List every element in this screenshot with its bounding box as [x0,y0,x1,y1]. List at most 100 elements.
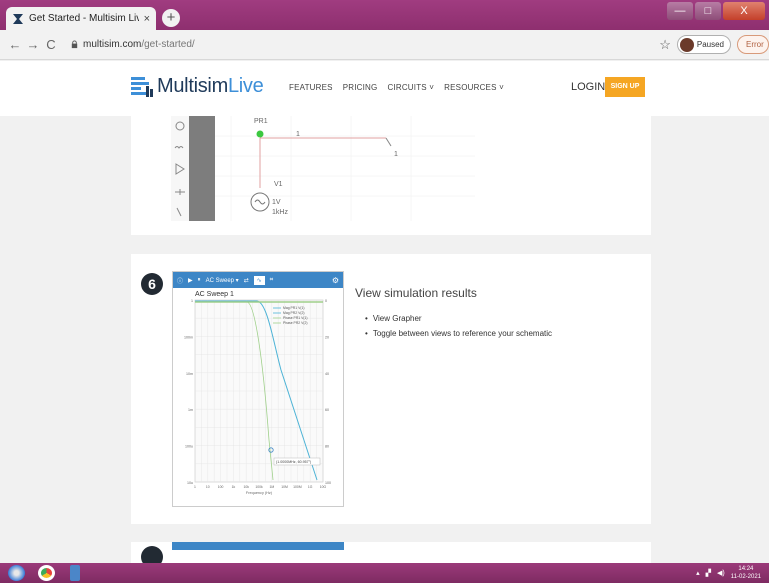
wire-label-2: 1 [394,151,398,158]
grapher-toolbar: ⓘ ▶ ⏸ AC Sweep ▾ ⇄ ∿ ⌗ ⚙ [173,272,343,288]
source-label: V1 [274,181,283,188]
grapher-view-icon[interactable]: ∿ [253,275,265,285]
step-card-6: 6 ⓘ ▶ ⏸ AC Sweep ▾ ⇄ ∿ ⌗ ⚙ AC Sweep 1 11… [131,254,651,524]
chrome-taskbar-icon[interactable] [38,565,55,581]
new-tab-button[interactable]: + [162,9,180,27]
x-tick-label: 1k [232,485,236,489]
signup-button[interactable]: SIGN UP [605,77,645,97]
y-tick-left-label: 10m [186,372,193,376]
list-item: View Grapher [365,314,552,323]
clock[interactable]: 14:24 11-02-2021 [731,565,761,581]
cursor-readout: (1.0000MHz, 60.957°) [276,460,311,464]
x-tick-label: 1M [269,485,274,489]
step-number: 6 [141,273,163,295]
tray-chevron-icon[interactable]: ▴ [696,569,700,577]
probe-dot [256,130,264,138]
app-taskbar-icon[interactable] [70,565,80,581]
url-path: /get-started/ [141,39,195,50]
y-tick-right-label: 40 [325,372,329,376]
y-tick-right-label: 80 [325,445,329,449]
volume-icon[interactable]: ◀) [717,569,725,577]
source-voltage: 1V [272,199,281,206]
info-icon[interactable]: ⓘ [177,276,183,285]
maximize-button[interactable]: □ [695,2,721,20]
forward-button[interactable]: → [24,37,42,52]
x-tick-label: 10G [320,485,327,489]
logo-text: MultisimLive [157,75,264,98]
y-tick-right-label: 0 [325,299,327,303]
legend-entry: Phase PR2 V(2) [283,321,308,325]
schematic-view-icon[interactable]: ⇄ [244,277,249,284]
y-tick-right-label: 60 [325,408,329,412]
tab-title: Get Started - Multisim Liv [29,13,139,24]
page-content: PR1 1 1 V1 1V 1kHz 6 ⓘ ▶ ⏸ AC Sweep ▾ ⇄ … [0,116,769,563]
browser-toolbar: ← → C multisim.com/get-started/ ☆ Paused… [0,30,769,60]
nav-resources[interactable]: RESOURCES ˅ [444,83,504,92]
address-bar[interactable]: multisim.com/get-started/ [83,39,195,50]
chevron-down-icon: ˅ [429,83,435,92]
grapher-toolbar [172,542,344,550]
reload-button[interactable]: C [42,37,60,52]
x-tick-label: 100 [218,485,224,489]
profile-status: Paused [696,40,724,49]
bode-plot[interactable]: 1100m10m1m100u10u0204060801001 10 100 1k 10k… [173,296,343,506]
analysis-select-label: AC Sweep [205,277,235,284]
gear-icon[interactable]: ⚙ [332,276,339,285]
browser-tab[interactable]: Get Started - Multisim Liv × [6,7,156,30]
x-tick-label: 10k [243,485,249,489]
y-tick-left-label: 100u [185,445,193,449]
error-chip[interactable]: Error [737,35,769,54]
probe-label: PR1 [254,118,268,125]
step-card-schematic: PR1 1 1 V1 1V 1kHz [131,116,651,235]
list-item: Toggle between views to reference your s… [365,329,552,338]
start-button-icon[interactable] [8,565,25,581]
url-host: multisim.com [83,39,142,50]
legend-entry: Mag PR1 V(1) [283,306,304,310]
os-taskbar: ▴ ▞ ◀) 14:24 11-02-2021 [0,563,769,583]
step-number [141,546,163,563]
pause-icon[interactable]: ⏸ [198,277,201,284]
schematic-preview: PR1 1 1 V1 1V 1kHz [171,116,475,221]
bookmark-star-icon[interactable]: ☆ [659,37,671,53]
grapher-panel[interactable]: ⓘ ▶ ⏸ AC Sweep ▾ ⇄ ∿ ⌗ ⚙ AC Sweep 1 1 100… [172,271,344,507]
logo-accent: Live [227,75,264,97]
y-tick-left-label: 10u [187,481,193,485]
window-titlebar: Get Started - Multisim Liv × + — □ X [0,0,769,30]
wire-label-1: 1 [296,131,300,138]
login-link[interactable]: LOGIN [571,81,605,93]
nav-features[interactable]: FEATURES [289,83,333,92]
avatar [679,37,694,52]
x-tick-label: 100M [293,485,302,489]
x-tick-label: 10M [281,485,288,489]
play-icon[interactable]: ▶ [188,277,193,284]
minimize-button[interactable]: — [667,2,693,20]
nav-pricing[interactable]: PRICING [343,83,378,92]
multisim-live-logo[interactable]: MultisimLive [131,75,264,98]
system-tray: ▴ ▞ ◀) 14:24 11-02-2021 [696,565,761,581]
tab-close-icon[interactable]: × [144,13,150,25]
step-heading: View simulation results [355,286,477,300]
split-view-icon[interactable]: ⌗ [270,277,273,284]
x-axis-label: Frequency (Hz) [246,491,273,495]
multisim-logo-icon [131,76,153,97]
profile-button[interactable]: Paused [676,35,731,54]
back-button[interactable]: ← [6,37,24,52]
nav-circuits[interactable]: CIRCUITS ˅ [387,83,434,92]
close-window-button[interactable]: X [723,2,765,20]
step-bullets: View Grapher Toggle between views to ref… [365,314,552,344]
window-controls: — □ X [667,2,765,20]
x-tick-label: 1 [194,485,196,489]
network-icon[interactable]: ▞ [706,569,711,577]
analysis-select[interactable]: AC Sweep ▾ [206,277,239,284]
main-nav: FEATURES PRICING CIRCUITS ˅ RESOURCES ˅ [289,83,504,92]
nav-circuits-label: CIRCUITS [387,83,427,92]
clock-time: 14:24 [738,566,754,572]
y-tick-left-label: 100m [184,335,193,339]
logo-main: Multisim [157,75,228,97]
step-card-next [131,542,651,563]
lock-icon[interactable] [70,40,79,49]
x-tick-label: 1G [308,485,313,489]
y-tick-left-label: 1 [191,299,193,303]
nav-resources-label: RESOURCES [444,83,497,92]
source-frequency: 1kHz [272,209,288,216]
